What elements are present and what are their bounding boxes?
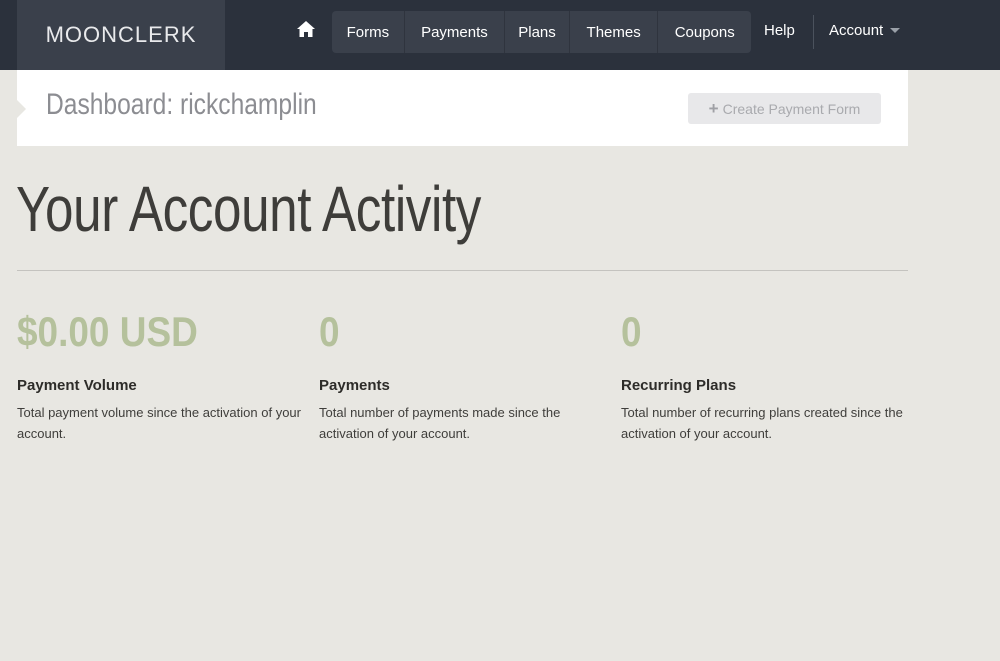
stat-description: Total number of payments made since the … xyxy=(319,405,561,441)
home-icon[interactable] xyxy=(296,19,316,39)
stat-label: Payments xyxy=(319,377,390,394)
stat-description: Total number of recurring plans created … xyxy=(621,405,903,441)
nav-themes[interactable]: Themes xyxy=(570,11,659,53)
nav-coupons[interactable]: Coupons xyxy=(658,11,751,53)
page-title: Dashboard: rickchamplin xyxy=(46,88,317,121)
plus-icon: + xyxy=(708,98,719,118)
top-navbar: MOONCLERK Forms Payments Plans Themes Co… xyxy=(0,0,1000,70)
create-payment-form-button[interactable]: + Create Payment Form xyxy=(688,93,881,124)
stat-recurring-plans: 0 Recurring Plans Total number of recurr… xyxy=(621,310,906,444)
stat-value: 0 xyxy=(621,308,642,355)
stat-payments: 0 Payments Total number of payments made… xyxy=(319,310,604,444)
nav-payments[interactable]: Payments xyxy=(405,11,506,53)
main-nav: Forms Payments Plans Themes Coupons xyxy=(332,11,751,53)
nav-divider xyxy=(813,15,814,49)
stat-value: 0 xyxy=(319,308,340,355)
dashboard-notch xyxy=(17,100,26,118)
account-label: Account xyxy=(829,22,884,39)
logo-text: MOONCLERK xyxy=(45,22,197,47)
stat-description: Total payment volume since the activatio… xyxy=(17,405,301,441)
chevron-down-icon xyxy=(890,28,901,33)
stat-payment-volume: $0.00 USD Payment Volume Total payment v… xyxy=(17,310,302,444)
stat-label: Recurring Plans xyxy=(621,377,737,394)
section-heading: Your Account Activity xyxy=(16,173,481,245)
account-menu[interactable]: Account xyxy=(829,22,901,39)
divider xyxy=(17,270,908,271)
logo[interactable]: MOONCLERK xyxy=(17,0,225,70)
create-payment-form-label: Create Payment Form xyxy=(722,100,861,117)
stat-value: $0.00 USD xyxy=(17,308,198,355)
nav-plans[interactable]: Plans xyxy=(505,11,570,53)
nav-forms[interactable]: Forms xyxy=(332,11,405,53)
nav-help[interactable]: Help xyxy=(764,22,795,39)
stat-label: Payment Volume xyxy=(17,377,137,394)
